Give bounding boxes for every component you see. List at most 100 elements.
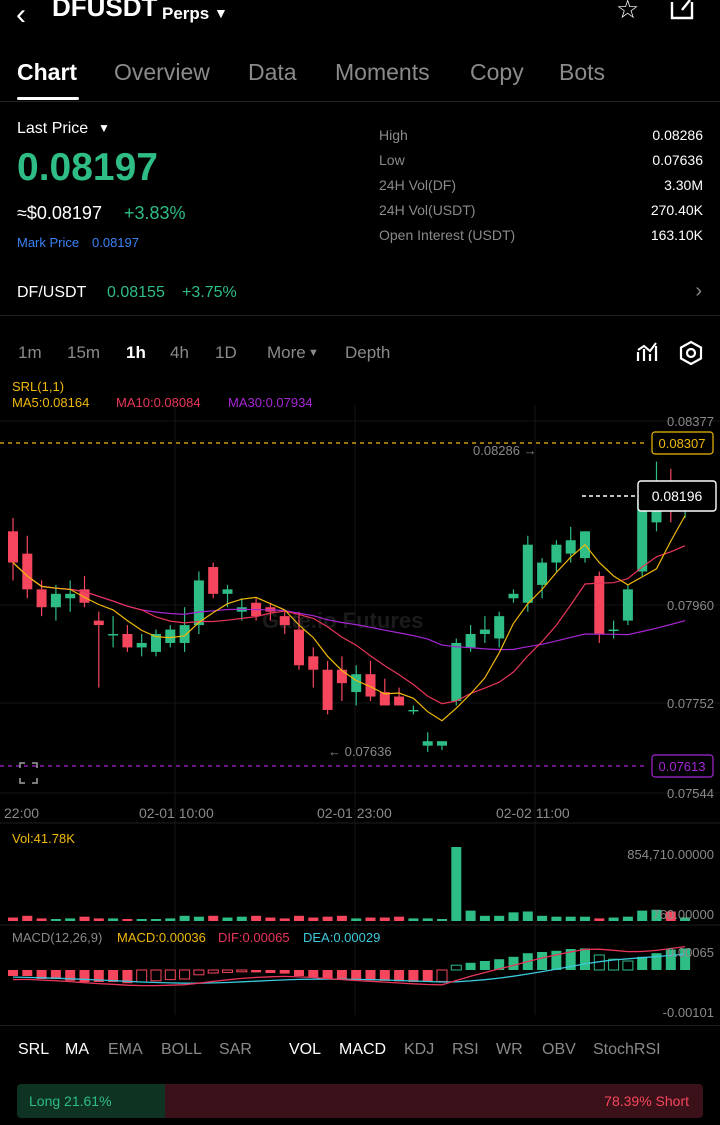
macd-histogram-bar — [8, 970, 18, 976]
stat-vol-usdt-label: 24H Vol(USDT) — [379, 202, 476, 218]
indicator-tab-ma[interactable]: MA — [65, 1041, 89, 1059]
volume-bar — [408, 918, 419, 921]
volume-bar — [294, 915, 304, 921]
timeframe-depth[interactable]: Depth — [345, 343, 390, 363]
volume-bar — [394, 916, 405, 921]
macd-histogram-bar — [450, 964, 462, 971]
srl-upper-label: 0.08307 — [659, 436, 706, 451]
volume-bar — [637, 910, 648, 921]
candlestick-chart[interactable]: Gate.io Futures 0.083770.079600.077520.0… — [0, 375, 720, 1025]
current-price-label: 0.08196 — [652, 488, 703, 504]
macd-name-legend[interactable]: MACD(12,26,9) — [12, 930, 102, 945]
macd-histogram-bar — [379, 970, 390, 981]
volume-legend[interactable]: Vol:41.78K — [12, 831, 75, 846]
volume-bar — [8, 917, 18, 921]
macd-histogram-bar — [136, 969, 148, 983]
volume-bar — [608, 917, 619, 921]
short-ratio-label: 78.39% Short — [604, 1093, 689, 1109]
spot-pair-change: +3.75% — [182, 284, 237, 301]
last-price-label[interactable]: Last Price — [17, 120, 88, 138]
candle-body — [422, 741, 433, 746]
volume-bar — [494, 915, 505, 921]
indicator-chart-icon[interactable] — [635, 340, 659, 369]
ma30-line — [12, 562, 686, 651]
candle-body — [437, 741, 447, 746]
volume-bar — [379, 917, 390, 921]
macd-histogram-bar — [179, 969, 191, 980]
indicator-tab-boll[interactable]: BOLL — [161, 1041, 202, 1059]
timeframe-1h[interactable]: 1h — [126, 343, 146, 363]
tab-chart[interactable]: Chart — [17, 59, 77, 86]
spot-pair-name: DF/USDT — [17, 284, 87, 301]
volume-bar — [622, 916, 633, 921]
market-type-label[interactable]: Perps — [162, 4, 209, 24]
candle-body — [537, 562, 548, 585]
volume-bar — [522, 911, 533, 921]
macd-histogram-bar — [294, 970, 304, 976]
macd-histogram-bar — [365, 970, 376, 981]
candle-body — [565, 540, 576, 554]
price-tick-label: 0.07960 — [667, 598, 714, 613]
candle-body — [479, 629, 490, 635]
stat-low-label: Low — [379, 152, 405, 168]
tab-bots[interactable]: Bots — [559, 59, 605, 86]
indicator-tab-vol[interactable]: VOL — [289, 1041, 321, 1059]
caret-down-icon[interactable]: ▼ — [98, 121, 110, 135]
indicator-tab-srl[interactable]: SRL — [18, 1041, 49, 1059]
macd-histogram-bar — [479, 961, 490, 970]
volume-bar — [93, 918, 104, 921]
spot-pair-row[interactable]: DF/USDT 0.08155 +3.75% › — [0, 268, 720, 316]
candle-body — [136, 642, 147, 648]
caret-down-icon[interactable]: ▼ — [308, 347, 319, 359]
indicator-tab-stochrsi[interactable]: StochRSI — [593, 1041, 661, 1059]
candle-body — [465, 634, 476, 648]
chevron-right-icon[interactable]: › — [695, 280, 702, 303]
macd-histogram-bar — [265, 970, 276, 973]
indicator-tab-sar[interactable]: SAR — [219, 1041, 252, 1059]
volume-bar — [136, 919, 147, 921]
tab-moments[interactable]: Moments — [335, 59, 430, 86]
candle-body — [36, 589, 47, 608]
volume-bar — [50, 919, 61, 921]
macd-histogram-bar — [193, 969, 205, 976]
indicator-tab-obv[interactable]: OBV — [542, 1041, 576, 1059]
symbol-title[interactable]: DFUSDT — [52, 0, 157, 23]
candle-body — [279, 616, 290, 626]
tab-overview[interactable]: Overview — [114, 59, 210, 86]
indicator-tab-kdj[interactable]: KDJ — [404, 1041, 434, 1059]
time-tick-label: 02-01 23:00 — [317, 805, 392, 821]
candle-body — [336, 669, 347, 684]
macd-histogram-bar — [408, 970, 419, 982]
spot-pair-price: 0.08155 — [107, 284, 165, 301]
long-short-ratio-bar: Long 21.61% 78.39% Short — [17, 1084, 703, 1118]
stat-open-interest-label: Open Interest (USDT) — [379, 227, 516, 243]
tab-data[interactable]: Data — [248, 59, 297, 86]
timeframe-15m[interactable]: 15m — [67, 343, 100, 363]
volume-bar — [336, 915, 347, 921]
timeframe-1m[interactable]: 1m — [18, 343, 42, 363]
candle-body — [294, 629, 304, 666]
indicator-tab-wr[interactable]: WR — [496, 1041, 523, 1059]
usd-approx-price: ≈$0.08197 — [17, 203, 102, 223]
timeframe-1d[interactable]: 1D — [215, 343, 237, 363]
indicator-tab-macd[interactable]: MACD — [339, 1041, 386, 1059]
volume-bar — [308, 917, 319, 921]
macd-histogram-bar — [351, 970, 362, 980]
stat-high-label: High — [379, 127, 408, 143]
macd-histogram-bar — [622, 960, 634, 971]
macd-histogram-bar — [222, 969, 233, 973]
time-axis: 22:00 02-01 10:00 02-01 23:00 02-02 11:00 — [4, 805, 570, 821]
indicator-tab-rsi[interactable]: RSI — [452, 1041, 479, 1059]
timeframe-more[interactable]: More — [267, 343, 306, 363]
macd-histogram-bar — [580, 948, 590, 970]
share-icon[interactable] — [668, 0, 696, 29]
caret-down-icon[interactable]: ▼ — [214, 5, 228, 21]
chevron-left-icon[interactable]: ‹ — [16, 0, 26, 32]
tab-copy[interactable]: Copy — [470, 59, 524, 86]
indicator-tab-ema[interactable]: EMA — [108, 1041, 143, 1059]
macd-histogram-bar — [436, 969, 448, 982]
settings-hexagon-icon[interactable] — [678, 340, 704, 371]
star-icon[interactable]: ☆ — [616, 0, 639, 25]
timeframe-4h[interactable]: 4h — [170, 343, 189, 363]
volume-bar — [437, 919, 447, 921]
